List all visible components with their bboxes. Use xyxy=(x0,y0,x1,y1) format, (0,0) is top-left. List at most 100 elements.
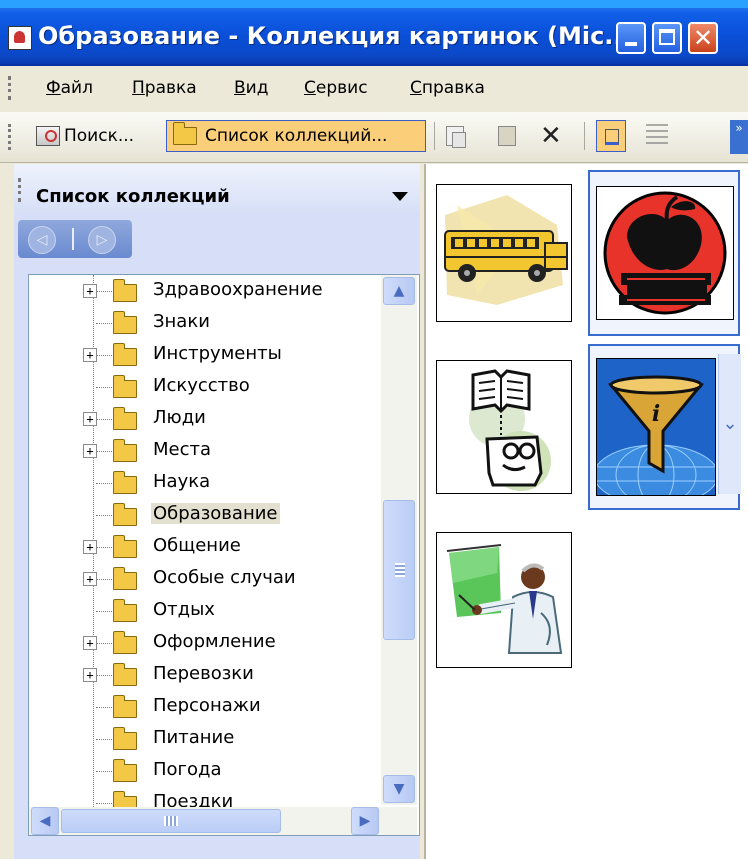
tree-list: + Здравоохранение Знаки + Инструменты Искусст… xyxy=(29,275,381,807)
expand-plus-icon[interactable]: + xyxy=(83,444,97,458)
tree-item[interactable]: Наука xyxy=(29,467,381,499)
tree-connector xyxy=(96,451,112,452)
pane-grip-icon[interactable] xyxy=(18,178,24,202)
expand-plus-icon[interactable]: + xyxy=(83,572,97,586)
tree-item[interactable]: + Люди xyxy=(29,403,381,435)
expand-plus-icon[interactable]: + xyxy=(83,412,97,426)
tree-item-label: Погода xyxy=(153,759,222,780)
pane-navigation: ◁ ▷ xyxy=(18,220,132,258)
folder-icon xyxy=(113,503,137,526)
close-button[interactable]: ✕ xyxy=(688,22,718,54)
horizontal-scroll-thumb[interactable] xyxy=(61,809,281,833)
tree-item[interactable]: + Здравоохранение xyxy=(29,275,381,307)
folder-icon xyxy=(113,311,137,334)
clipart-thumb[interactable] xyxy=(436,532,572,668)
folder-icon xyxy=(113,663,137,686)
window-title: Образование - Коллекция картинок (Mic... xyxy=(38,22,632,50)
clipart-thumb[interactable] xyxy=(436,184,572,322)
clip-organizer-window: Образование - Коллекция картинок (Mic...… xyxy=(0,0,748,859)
apple-books-clipart xyxy=(596,186,734,320)
tree-connector xyxy=(96,291,112,292)
collection-list-pane: Список коллекций ◁ ▷ + Здравоохранение Зна… xyxy=(14,164,420,859)
tree-item-label: Знаки xyxy=(153,311,210,332)
back-arrow-icon[interactable]: ◁ xyxy=(28,226,56,254)
search-button-label: Поиск... xyxy=(64,126,135,146)
tree-item[interactable]: Поездки xyxy=(29,787,381,807)
school-bus-clipart xyxy=(436,184,572,322)
pane-menu-chevron-down-icon[interactable] xyxy=(392,192,408,201)
tree-connector xyxy=(96,387,112,388)
info-funnel-clipart: i xyxy=(596,358,716,496)
tree-item[interactable]: + Инструменты xyxy=(29,339,381,371)
folder-icon xyxy=(113,567,137,590)
tree-item-label: Перевозки xyxy=(153,663,254,684)
clipart-thumb-selected[interactable]: i ⌄ xyxy=(588,344,741,510)
folder-icon xyxy=(113,727,137,750)
scroll-right-icon[interactable]: ▶ xyxy=(351,807,379,835)
clipart-thumb-selected[interactable] xyxy=(588,170,740,336)
details-view-icon[interactable] xyxy=(646,124,668,148)
tree-item[interactable]: Образование xyxy=(29,499,381,531)
tree-item[interactable]: Отдых xyxy=(29,595,381,627)
forward-arrow-icon[interactable]: ▷ xyxy=(88,226,116,254)
minimize-button[interactable] xyxy=(616,22,646,54)
scroll-left-icon[interactable]: ◀ xyxy=(31,807,59,835)
tree-connector xyxy=(96,323,112,324)
tree-item-label: Искусство xyxy=(153,375,250,396)
scroll-down-icon[interactable]: ▼ xyxy=(383,775,415,803)
expand-plus-icon[interactable]: + xyxy=(83,540,97,554)
tree-item-label: Оформление xyxy=(153,631,276,652)
tree-item[interactable]: Погода xyxy=(29,755,381,787)
tree-item[interactable]: + Перевозки xyxy=(29,659,381,691)
copy-icon[interactable] xyxy=(446,126,466,148)
expand-plus-icon[interactable]: + xyxy=(83,636,97,650)
app-icon[interactable] xyxy=(8,26,32,50)
tree-item[interactable]: Персонажи xyxy=(29,691,381,723)
search-button[interactable]: Поиск... xyxy=(36,120,134,152)
tree-connector xyxy=(96,611,112,612)
clipart-thumb[interactable] xyxy=(436,360,572,494)
menu-tools[interactable]: Сервис xyxy=(304,78,368,98)
title-bar[interactable]: Образование - Коллекция картинок (Mic...… xyxy=(0,0,748,66)
toolbar-grip-icon[interactable] xyxy=(8,124,14,150)
toolbar-separator xyxy=(584,122,585,150)
tree-item-label: Места xyxy=(153,439,212,460)
folder-icon xyxy=(113,279,137,302)
vertical-scrollbar[interactable]: ▲ ▼ xyxy=(381,275,417,805)
tree-connector xyxy=(96,707,112,708)
expand-plus-icon[interactable]: + xyxy=(83,348,97,362)
menu-view[interactable]: Вид xyxy=(234,78,268,98)
tree-item-label: Люди xyxy=(153,407,206,428)
clipart-gallery: i ⌄ xyxy=(424,164,748,859)
tree-item[interactable]: Искусство xyxy=(29,371,381,403)
toolbar-overflow-icon[interactable]: » xyxy=(730,120,748,154)
tree-item-label-selected: Образование xyxy=(151,503,280,524)
thumb-options-chevron-down-icon[interactable]: ⌄ xyxy=(718,354,741,494)
expand-plus-icon[interactable]: + xyxy=(83,668,97,682)
tree-item[interactable]: Знаки xyxy=(29,307,381,339)
menu-file[interactable]: Файл xyxy=(46,78,93,98)
thumbnail-view-icon[interactable] xyxy=(596,120,626,152)
tree-item[interactable]: + Места xyxy=(29,435,381,467)
horizontal-scrollbar[interactable]: ◀ ▶ xyxy=(29,807,417,835)
folder-icon xyxy=(113,375,137,398)
paste-icon[interactable] xyxy=(498,126,516,146)
collection-list-button[interactable]: Список коллекций... xyxy=(166,120,426,152)
menu-edit[interactable]: Правка xyxy=(132,78,197,98)
tree-connector xyxy=(96,643,112,644)
tree-item[interactable]: + Общение xyxy=(29,531,381,563)
pane-header: Список коллекций xyxy=(14,164,420,214)
tree-item[interactable]: + Особые случаи xyxy=(29,563,381,595)
tree-item[interactable]: Питание xyxy=(29,723,381,755)
delete-icon[interactable]: ✕ xyxy=(540,122,562,150)
tree-connector xyxy=(96,419,112,420)
maximize-button[interactable] xyxy=(652,22,682,54)
tree-item-label: Персонажи xyxy=(153,695,261,716)
vertical-scroll-thumb[interactable] xyxy=(383,500,415,640)
menubar-grip-icon[interactable] xyxy=(8,76,14,100)
menu-help[interactable]: Справка xyxy=(410,78,485,98)
scroll-up-icon[interactable]: ▲ xyxy=(383,277,415,305)
tree-item[interactable]: + Оформление xyxy=(29,627,381,659)
expand-plus-icon[interactable]: + xyxy=(83,284,97,298)
tree-item-label: Питание xyxy=(153,727,235,748)
